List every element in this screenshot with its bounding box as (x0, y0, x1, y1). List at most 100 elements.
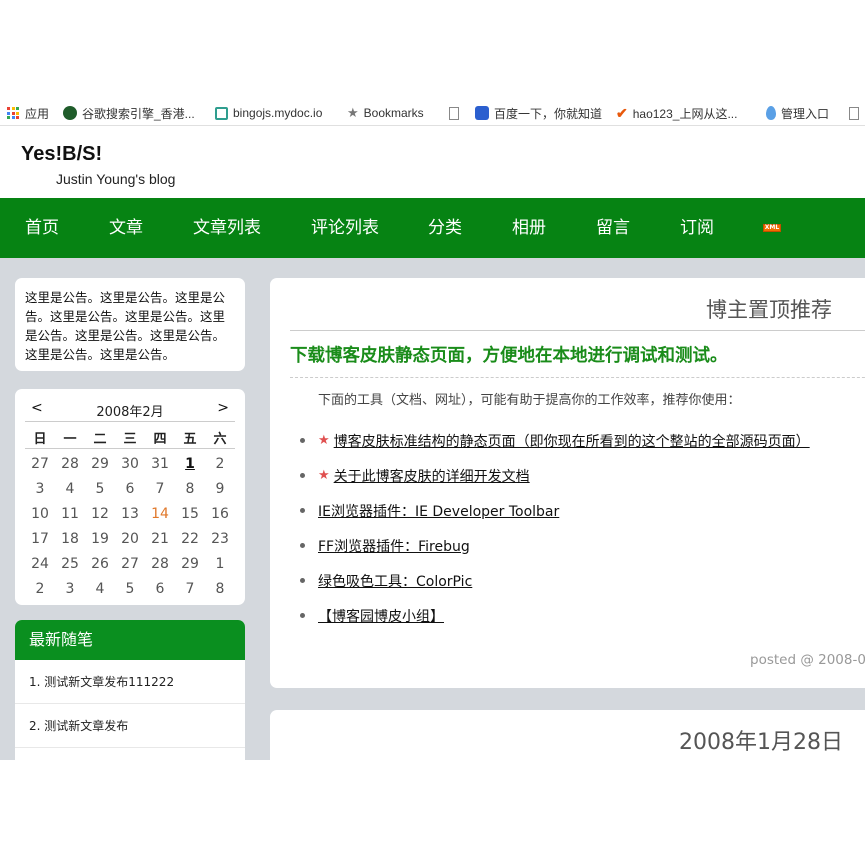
list-item: 【博客园博皮小组】 (300, 598, 810, 633)
calendar-week: 2 3 4 5 6 7 8 (25, 576, 235, 601)
recent-post-item[interactable]: 2. 测试新文章发布 (15, 704, 245, 748)
calendar-week: 24 25 26 27 28 29 1 (25, 551, 235, 576)
post-link[interactable]: IE浏览器插件：IE Developer Toolbar (318, 501, 559, 521)
calendar-header: 2008年2月 < > (25, 398, 235, 422)
bookmark-admin[interactable]: 管理入口 (766, 104, 829, 122)
calendar-day: 3 (65, 580, 75, 597)
bullet-icon (300, 508, 305, 513)
calendar-day: 15 (181, 505, 199, 522)
bookmark-hao123[interactable]: ✔ hao123_上网从这... (616, 104, 737, 122)
post-title[interactable]: 下载博客皮肤静态页面，方便地在本地进行调试和测试。 (290, 342, 728, 367)
calendar-week: 27 28 29 30 31 1 2 (25, 451, 235, 476)
calendar-grid: 日 一 二 三 四 五 六 27 28 29 30 31 1 2 3 4 5 6… (25, 426, 235, 601)
weekday: 五 (183, 431, 197, 447)
calendar-weekdays: 日 一 二 三 四 五 六 (25, 426, 235, 449)
list-item: ★ 关于此博客皮肤的详细开发文档 (300, 458, 810, 493)
weekday: 一 (63, 431, 77, 447)
weekday: 三 (123, 431, 137, 447)
bookmark-apps[interactable]: 应用 (7, 104, 49, 122)
calendar-day: 28 (151, 555, 169, 572)
nav-categories[interactable]: 分类 (428, 198, 462, 258)
bookmark-mydoc[interactable]: bingojs.mydoc.io (215, 104, 322, 122)
bookmark-baidu[interactable]: 百度一下，你就知道 (475, 104, 602, 122)
calendar-day: 28 (61, 455, 79, 472)
calendar-prev-button[interactable]: < (31, 400, 43, 416)
post-link[interactable]: 绿色吸色工具：ColorPic (318, 571, 472, 591)
bullet-icon (300, 578, 305, 583)
calendar-day: 3 (35, 480, 45, 497)
weekday: 四 (153, 431, 167, 447)
calendar-day: 12 (91, 505, 109, 522)
weekday: 日 (33, 431, 47, 447)
nav-articles[interactable]: 文章 (109, 198, 143, 258)
calendar-day: 26 (91, 555, 109, 572)
rss-xml-icon[interactable]: XML (763, 224, 781, 232)
calendar-day: 8 (215, 580, 225, 597)
star-icon: ★ (318, 433, 330, 448)
pinned-post: 博主置顶推荐 下载博客皮肤静态页面，方便地在本地进行调试和测试。 下面的工具（文… (270, 278, 865, 688)
main-nav: 首页 文章 文章列表 评论列表 分类 相册 留言 订阅 (0, 198, 865, 258)
post-link[interactable]: 关于此博客皮肤的详细开发文档 (334, 466, 530, 486)
calendar-day: 2 (35, 580, 45, 597)
post-link[interactable]: 博客皮肤标准结构的静态页面（即你现在所看到的这个整站的全部源码页面） (334, 431, 810, 451)
calendar-day: 22 (181, 530, 199, 547)
blog-subtitle: Justin Young's blog (56, 171, 176, 187)
list-item: FF浏览器插件：Firebug (300, 528, 810, 563)
calendar-day: 27 (121, 555, 139, 572)
list-item: IE浏览器插件：IE Developer Toolbar (300, 493, 810, 528)
divider (290, 377, 865, 378)
calendar-day: 8 (185, 480, 195, 497)
page-bottom (0, 760, 865, 865)
calendar-next-button[interactable]: > (217, 400, 229, 416)
nav-home[interactable]: 首页 (25, 198, 59, 258)
divider (290, 330, 865, 331)
hao123-icon: ✔ (616, 105, 628, 121)
weekday: 二 (93, 431, 107, 447)
calendar-day: 25 (61, 555, 79, 572)
calendar-day: 27 (31, 455, 49, 472)
calendar-day: 16 (211, 505, 229, 522)
star-icon: ★ (318, 468, 330, 483)
page-icon (449, 106, 459, 120)
bookmark-label: 应用 (25, 106, 50, 121)
post-date: 2008年1月28日 (679, 730, 843, 755)
bookmark-folder[interactable]: ★ Bookmarks (347, 104, 424, 122)
nav-album[interactable]: 相册 (512, 198, 546, 258)
calendar-day: 5 (95, 480, 105, 497)
calendar-day: 23 (211, 530, 229, 547)
notice-text: 这里是公告。这里是公告。这里是公告。这里是公告。这里是公告。这里是公告。这里是公… (25, 290, 226, 362)
blog-title[interactable]: Yes!B/S! (21, 143, 102, 166)
calendar-day: 13 (121, 505, 139, 522)
weekday: 六 (213, 431, 227, 447)
post-link-list: ★ 博客皮肤标准结构的静态页面（即你现在所看到的这个整站的全部源码页面） ★ 关… (300, 423, 810, 633)
bullet-icon (300, 473, 305, 478)
nav-article-list[interactable]: 文章列表 (193, 198, 261, 258)
star-icon: ★ (347, 105, 359, 120)
page-icon (849, 106, 859, 120)
nav-guestbook[interactable]: 留言 (596, 198, 630, 258)
bullet-icon (300, 543, 305, 548)
bookmark-page-2[interactable] (849, 104, 864, 122)
recent-posts-title: 最新随笔 (15, 620, 245, 660)
bookmark-label: bingojs.mydoc.io (233, 106, 323, 120)
list-item: ★ 博客皮肤标准结构的静态页面（即你现在所看到的这个整站的全部源码页面） (300, 423, 810, 458)
bullet-icon (300, 438, 305, 443)
post-link[interactable]: FF浏览器插件：Firebug (318, 536, 470, 556)
post-link[interactable]: 【博客园博皮小组】 (318, 606, 444, 626)
calendar-title: 2008年2月 (96, 405, 164, 420)
post-day-panel: 2008年1月28日 (270, 710, 865, 760)
calendar-day: 1 (215, 555, 225, 572)
bookmark-page[interactable] (449, 104, 464, 122)
bookmark-label: hao123_上网从这... (632, 106, 738, 121)
calendar-day-link[interactable]: 1 (175, 456, 205, 472)
calendar-day: 18 (61, 530, 79, 547)
nav-comment-list[interactable]: 评论列表 (311, 198, 379, 258)
recent-post-item[interactable]: 1. 测试新文章发布111222 (15, 660, 245, 704)
bookmark-label: 谷歌搜索引擎_香港... (82, 106, 195, 121)
calendar-day: 6 (155, 580, 165, 597)
nav-subscribe[interactable]: 订阅 (680, 198, 714, 258)
calendar-day: 7 (155, 480, 165, 497)
calendar-day: 9 (215, 480, 225, 497)
bookmark-google[interactable]: 谷歌搜索引擎_香港... (63, 104, 195, 122)
post-category: 博主置顶推荐 (706, 298, 832, 322)
